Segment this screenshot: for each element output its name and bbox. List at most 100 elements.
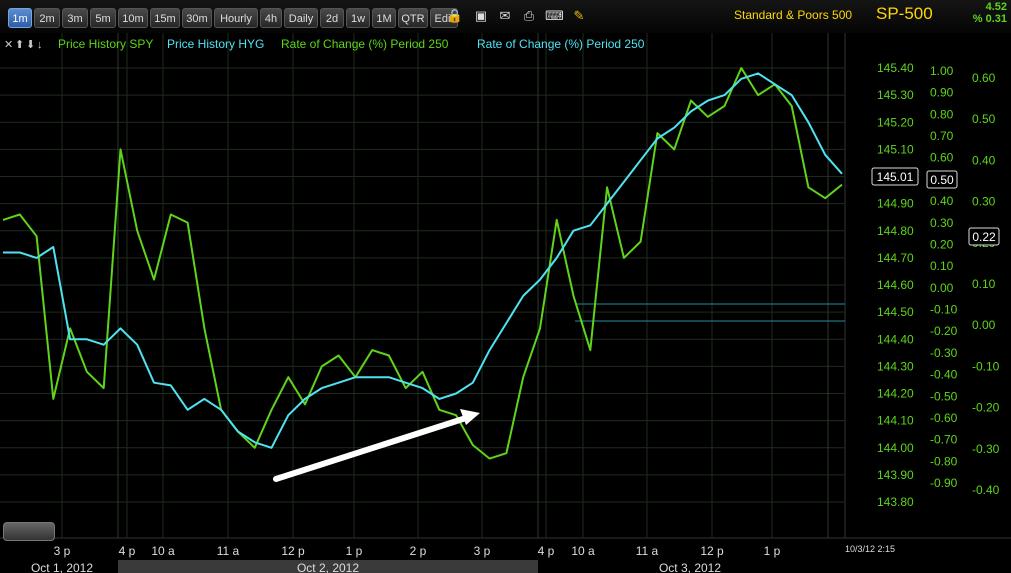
timeframe-button-30m[interactable]: 30m — [182, 8, 212, 28]
roc-hyg-axis-tick: -0.20 — [930, 324, 958, 338]
roc-hyg-last-value: 0.50 — [930, 173, 954, 187]
timeframe-button-1w[interactable]: 1w — [346, 8, 370, 28]
roc-spy-axis-tick: 0.10 — [972, 277, 996, 291]
roc-hyg-axis-tick: 0.10 — [930, 259, 954, 273]
arrow-up-icon[interactable]: ⬆ — [15, 39, 24, 51]
date-label: Oct 2, 2012 — [297, 561, 359, 573]
roc-hyg-axis-tick: 0.70 — [930, 129, 954, 143]
roc-spy-axis-tick: -0.30 — [972, 442, 1000, 456]
date-label: Oct 3, 2012 — [659, 561, 721, 573]
roc-hyg-axis-tick: -0.40 — [930, 368, 958, 382]
price-axis-tick: 144.70 — [877, 251, 914, 265]
price-axis-tick: 144.50 — [877, 305, 914, 319]
email-icon[interactable]: ✉ — [496, 7, 514, 25]
roc-hyg-axis-tick: -0.90 — [930, 476, 958, 490]
arrow-down-icon[interactable]: ⬇ — [26, 39, 35, 51]
x-axis-tick: 1 p — [764, 544, 781, 558]
roc-hyg-axis-tick: -0.60 — [930, 411, 958, 425]
timeframe-button-qtr[interactable]: QTR — [398, 8, 428, 28]
x-axis-tick: 1 p — [346, 544, 363, 558]
x-axis-tick: 4 p — [119, 544, 136, 558]
roc-hyg-axis-tick: 0.40 — [930, 194, 954, 208]
price-axis-tick: 143.80 — [877, 495, 914, 509]
x-axis-tick: 12 p — [281, 544, 305, 558]
roc-spy-axis-tick: 0.60 — [972, 71, 996, 85]
x-axis-tick: 3 p — [474, 544, 491, 558]
price-change: 4.52 — [985, 1, 1007, 13]
percent-change: % 0.31 — [972, 13, 1007, 25]
symbol-name: Standard & Poors 500 — [734, 8, 853, 22]
x-axis-tick: 10 a — [151, 544, 175, 558]
chart-background — [0, 33, 1011, 573]
legend-item-4[interactable]: Rate of Change (%) Period 250 — [477, 37, 645, 51]
price-axis-tick: 145.20 — [877, 115, 914, 129]
roc-hyg-axis-tick: 1.00 — [930, 64, 954, 78]
timeframe-button-3m[interactable]: 3m — [62, 8, 88, 28]
price-axis-tick: 144.30 — [877, 359, 914, 373]
pencil-icon[interactable]: ✎ — [570, 7, 588, 25]
roc-hyg-axis-tick: -0.80 — [930, 454, 958, 468]
timeframe-button-1m[interactable]: 1m — [8, 8, 32, 28]
timeframe-button-2m[interactable]: 2m — [34, 8, 60, 28]
roc-hyg-axis-tick: 0.00 — [930, 281, 954, 295]
timeframe-button-daily[interactable]: Daily — [284, 8, 318, 28]
timestamp-label: 10/3/12 2:15 — [845, 544, 895, 554]
x-axis-tick: 12 p — [700, 544, 724, 558]
timeframe-button-1m[interactable]: 1M — [372, 8, 396, 28]
timeframe-button-10m[interactable]: 10m — [118, 8, 148, 28]
roc-spy-axis-tick: -0.10 — [972, 359, 1000, 373]
price-last-value: 145.01 — [877, 170, 914, 184]
roc-hyg-axis-tick: 0.80 — [930, 107, 954, 121]
price-axis-tick: 143.90 — [877, 468, 914, 482]
timeframe-button-4h[interactable]: 4h — [260, 8, 282, 28]
roc-hyg-axis-tick: -0.10 — [930, 303, 958, 317]
timeframe-button-5m[interactable]: 5m — [90, 8, 116, 28]
price-axis-tick: 145.30 — [877, 88, 914, 102]
chart-scroll-handle[interactable] — [3, 522, 55, 541]
price-axis-tick: 144.60 — [877, 278, 914, 292]
x-axis-tick: 11 a — [217, 544, 240, 558]
price-axis-tick: 144.90 — [877, 197, 914, 211]
legend-item-3[interactable]: Rate of Change (%) Period 250 — [281, 37, 449, 51]
legend-item-2[interactable]: Price History HYG — [167, 37, 264, 51]
price-axis-tick: 144.10 — [877, 414, 914, 428]
toolbar: 1m 2m 3m 5m 10m 15m 30m Hourly 4h Daily 2d 1w 1M QTR E… — [0, 0, 1011, 33]
roc-hyg-axis-tick: 0.90 — [930, 86, 954, 100]
roc-hyg-axis-tick: -0.70 — [930, 433, 958, 447]
lock-icon[interactable]: 🔒 — [446, 7, 464, 25]
x-axis-tick: 4 p — [538, 544, 555, 558]
roc-spy-axis-tick: -0.40 — [972, 483, 1000, 497]
timeframe-button-15m[interactable]: 15m — [150, 8, 180, 28]
roc-hyg-axis-tick: 0.20 — [930, 237, 954, 251]
date-label: Oct 1, 2012 — [31, 561, 93, 573]
price-axis-tick: 144.80 — [877, 224, 914, 238]
timeframe-button-2d[interactable]: 2d — [320, 8, 344, 28]
print-icon[interactable]: ⎙ — [520, 7, 538, 25]
x-axis-tick: 11 a — [636, 544, 659, 558]
roc-spy-axis-tick: -0.20 — [972, 401, 1000, 415]
roc-spy-last-value: 0.22 — [972, 230, 996, 244]
x-axis-tick: 2 p — [410, 544, 427, 558]
x-axis-tick: 3 p — [54, 544, 71, 558]
price-axis-tick: 145.40 — [877, 61, 914, 75]
roc-hyg-axis-tick: 0.30 — [930, 216, 954, 230]
legend-item-1[interactable]: Price History SPY — [58, 37, 153, 51]
price-axis-tick: 144.20 — [877, 387, 914, 401]
roc-hyg-axis-tick: -0.30 — [930, 346, 958, 360]
timeframe-button-hourly[interactable]: Hourly — [214, 8, 258, 28]
close-icon[interactable]: ✕ — [4, 39, 13, 51]
roc-hyg-axis-tick: 0.60 — [930, 151, 954, 165]
price-chart[interactable]: 145.40145.30145.20145.10145.00144.90144.… — [0, 33, 1011, 573]
price-axis-tick: 145.10 — [877, 142, 914, 156]
roc-hyg-axis-tick: -0.50 — [930, 389, 958, 403]
symbol-ticker: SP-500 — [876, 4, 933, 23]
price-axis-tick: 144.40 — [877, 332, 914, 346]
price-axis-tick: 144.00 — [877, 441, 914, 455]
save-icon[interactable]: ▣ — [472, 7, 490, 25]
keyboard-icon[interactable]: ⌨ — [545, 7, 564, 25]
pin-icon[interactable]: ↓ — [37, 39, 43, 51]
roc-spy-axis-tick: 0.30 — [972, 195, 996, 209]
roc-spy-axis-tick: 0.00 — [972, 318, 996, 332]
x-axis-tick: 10 a — [571, 544, 595, 558]
roc-spy-axis-tick: 0.50 — [972, 112, 996, 126]
